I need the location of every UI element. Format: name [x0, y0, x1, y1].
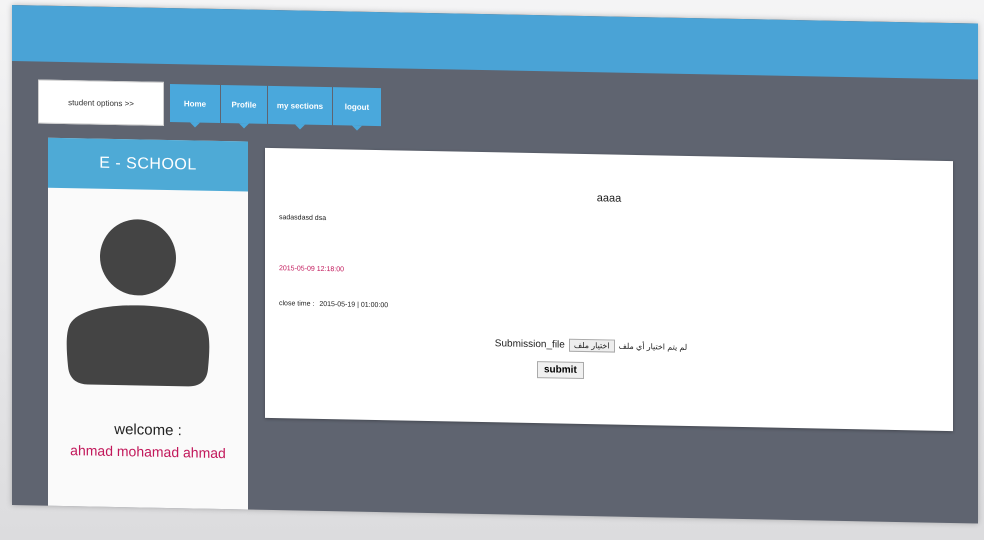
- assignment-description: sadasdasd dsa: [279, 214, 327, 223]
- site-title: E - SCHOOL: [48, 137, 248, 192]
- welcome-label: welcome :: [114, 420, 182, 440]
- profile-card: E - SCHOOL welcome : ahmad mohamad ahmad: [48, 137, 248, 522]
- nav-logout[interactable]: logout: [333, 87, 381, 127]
- choose-file-button[interactable]: اختيار ملف: [568, 338, 615, 353]
- browser-screen: student options >> Home Profile my secti…: [12, 5, 978, 524]
- submission-row: Submission_file اختيار ملف لم يتم اختيار…: [441, 336, 741, 355]
- file-status: لم يتم اختيار أي ملف: [618, 341, 688, 352]
- submission-label: Submission_file: [494, 338, 565, 351]
- close-time-value: 2015-05-19 | 01:00:00: [319, 300, 389, 310]
- close-time: close time : 2015-05-19 | 01:00:00: [279, 300, 388, 309]
- student-options-button[interactable]: student options >>: [38, 79, 164, 126]
- assignment-panel: aaaa sadasdasd dsa 2015-05-09 12:18:00 c…: [265, 147, 953, 432]
- nav-profile[interactable]: Profile: [221, 85, 267, 124]
- user-avatar-icon: [66, 219, 210, 387]
- user-name: ahmad mohamad ahmad: [70, 442, 226, 462]
- main-nav: Home Profile my sections logout: [170, 84, 382, 127]
- nav-my-sections[interactable]: my sections: [268, 85, 332, 126]
- close-time-label: close time :: [279, 300, 315, 308]
- open-time: 2015-05-09 12:18:00: [279, 265, 344, 274]
- nav-home[interactable]: Home: [170, 84, 220, 123]
- submit-button[interactable]: submit: [537, 361, 584, 379]
- assignment-title: aaaa: [596, 192, 622, 205]
